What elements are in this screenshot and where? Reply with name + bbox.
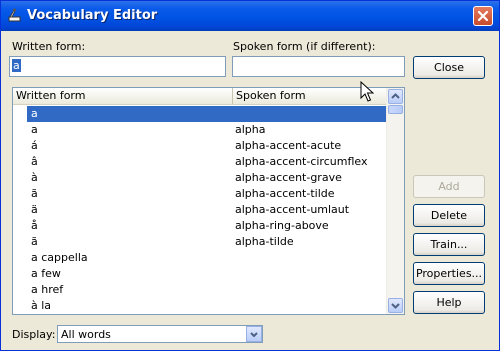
display-select[interactable]: All words (57, 325, 263, 343)
column-header-written[interactable]: Written form (13, 88, 233, 105)
chevron-down-icon (391, 303, 400, 309)
written-form-value: a (12, 59, 21, 72)
window-title: Vocabulary Editor (27, 8, 158, 23)
spoken-form-input[interactable] (232, 56, 405, 77)
help-button[interactable]: Help (413, 291, 485, 314)
close-button[interactable]: Close (413, 56, 485, 79)
list-item[interactable]: a (27, 106, 389, 122)
list-item[interactable]: á alpha-accent-acute (13, 138, 389, 154)
written-form-input[interactable]: a (9, 56, 226, 77)
vocabulary-app-icon (8, 8, 21, 22)
list-item[interactable]: â alpha-accent-circumflex (13, 154, 389, 170)
title-bar[interactable]: Vocabulary Editor (1, 1, 499, 31)
add-button[interactable]: Add (413, 175, 485, 198)
list-rows: a a alpha á alpha-accent-acute â alpha-acce… (13, 106, 389, 314)
vocabulary-editor-window: Vocabulary Editor Written form: a Spoken… (0, 0, 500, 351)
chevron-up-icon (391, 93, 400, 99)
display-dropdown-button[interactable] (246, 326, 262, 342)
list-item[interactable]: a alpha (13, 122, 389, 138)
spoken-form-label: Spoken form (if different): (233, 40, 376, 53)
chevron-down-icon (250, 332, 258, 338)
scroll-up-button[interactable] (388, 89, 403, 104)
list-item[interactable]: ã alpha-accent-tilde (13, 186, 389, 202)
list-item[interactable]: å alpha-ring-above (13, 218, 389, 234)
list-item[interactable]: ã alpha-tilde (13, 234, 389, 250)
mouse-pointer-icon (360, 81, 374, 102)
list-item[interactable]: a cappella (13, 250, 389, 266)
list-item[interactable]: à la (13, 298, 389, 314)
list-item[interactable]: à alpha-accent-grave (13, 170, 389, 186)
window-close-button[interactable] (473, 6, 493, 26)
properties-button[interactable]: Properties... (413, 262, 485, 285)
written-form-label: Written form: (12, 40, 86, 53)
list-item[interactable]: a few (13, 266, 389, 282)
list-item[interactable]: a href (13, 282, 389, 298)
close-icon (477, 10, 489, 22)
delete-button[interactable]: Delete (413, 204, 485, 227)
train-button[interactable]: Train... (413, 233, 485, 256)
list-vertical-scrollbar[interactable] (386, 88, 404, 314)
scroll-thumb[interactable] (388, 105, 403, 114)
scroll-down-button[interactable] (388, 298, 403, 313)
display-label: Display: (12, 328, 56, 341)
display-select-value: All words (61, 328, 111, 341)
vocabulary-list[interactable]: Written form Spoken form a a alpha á alpha… (12, 87, 405, 315)
list-item[interactable]: ä alpha-accent-umlaut (13, 202, 389, 218)
